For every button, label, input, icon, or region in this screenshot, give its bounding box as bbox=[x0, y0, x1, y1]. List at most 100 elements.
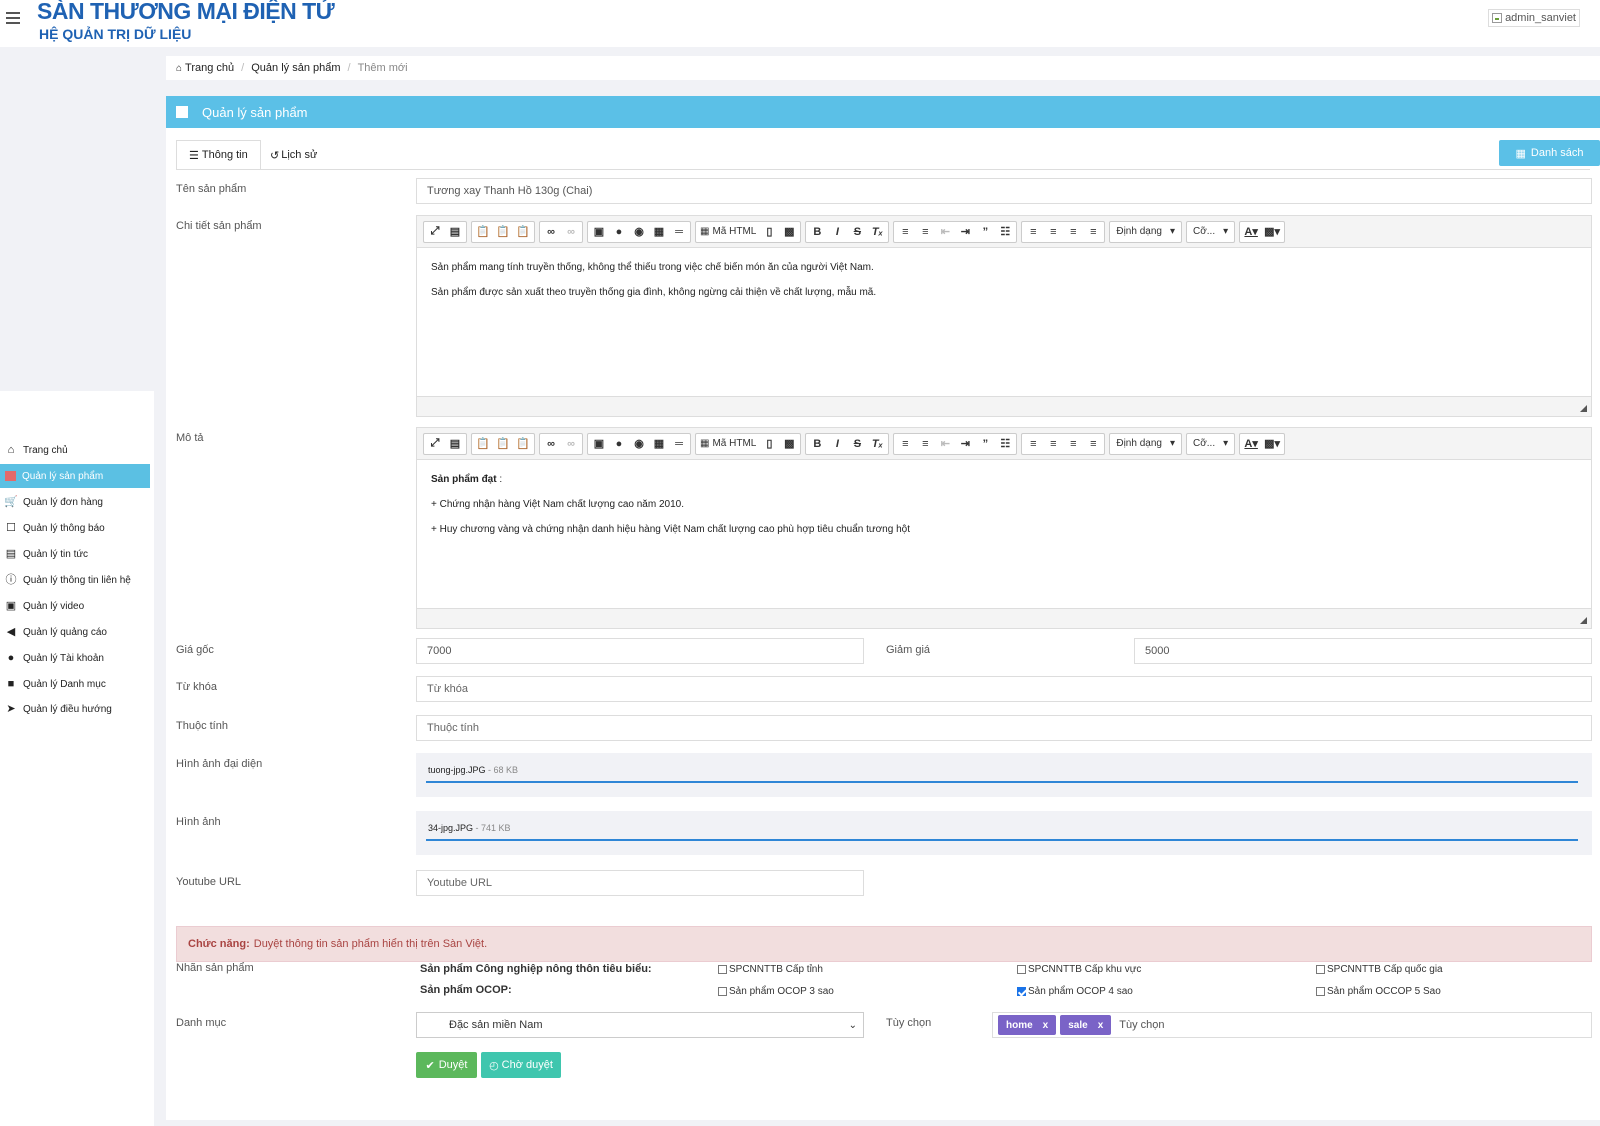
checkbox-ocop-5[interactable]: Sản phẩm OCCOP 5 Sao bbox=[1316, 986, 1441, 997]
table-icon[interactable]: ▦ bbox=[650, 223, 668, 241]
paste-icon[interactable]: 📋 bbox=[474, 435, 492, 453]
images-upload[interactable]: 34-jpg.JPG - 741 KB bbox=[416, 811, 1592, 855]
blockquote-icon[interactable]: ” bbox=[976, 223, 994, 241]
flash-icon[interactable]: ● bbox=[610, 435, 628, 453]
menu-toggle-icon[interactable] bbox=[6, 12, 20, 24]
category-select[interactable]: Đặc sản miền Nam ⌄ bbox=[416, 1012, 864, 1038]
horizontal-rule-icon[interactable]: ═ bbox=[670, 223, 688, 241]
unlink-icon[interactable]: ∞ bbox=[562, 435, 580, 453]
sidebar-item-accounts[interactable]: ● Quản lý Tài khoản bbox=[0, 646, 150, 670]
user-avatar[interactable]: admin_sanviet bbox=[1488, 9, 1580, 27]
align-right-icon[interactable]: ≡ bbox=[1064, 435, 1082, 453]
flash-icon[interactable]: ● bbox=[610, 223, 628, 241]
preview-icon[interactable]: ▩ bbox=[780, 223, 798, 241]
strikethrough-icon[interactable]: S bbox=[848, 223, 866, 241]
align-left-icon[interactable]: ≡ bbox=[1024, 223, 1042, 241]
format-dropdown[interactable]: Định dạng ▾ bbox=[1109, 432, 1182, 455]
outdent-icon[interactable]: ⇤ bbox=[936, 223, 954, 241]
sidebar-item-navigation[interactable]: ➤ Quản lý điều hướng bbox=[0, 697, 150, 721]
text-color-icon[interactable]: A▾ bbox=[1242, 223, 1260, 241]
blocks-icon[interactable]: ▤ bbox=[446, 435, 464, 453]
remove-format-icon[interactable]: Tₓ bbox=[868, 223, 886, 241]
attribute-input[interactable]: Thuộc tính bbox=[416, 715, 1592, 741]
checkbox-icon[interactable] bbox=[1316, 987, 1325, 996]
italic-icon[interactable]: I bbox=[828, 223, 846, 241]
bulleted-list-icon[interactable]: ≡ bbox=[916, 223, 934, 241]
iframe-icon[interactable]: ◉ bbox=[630, 223, 648, 241]
paste-word-icon[interactable]: 📋 bbox=[514, 223, 532, 241]
sidebar-item-video[interactable]: ▣ Quản lý video bbox=[0, 594, 150, 618]
indent-icon[interactable]: ⇥ bbox=[956, 223, 974, 241]
preview-icon[interactable]: ▩ bbox=[780, 435, 798, 453]
div-icon[interactable]: ☷ bbox=[996, 435, 1014, 453]
checkbox-ocop-3[interactable]: Sản phẩm OCOP 3 sao bbox=[718, 986, 834, 997]
breadcrumb-home[interactable]: Trang chủ bbox=[185, 62, 234, 74]
product-detail-content[interactable]: Sản phẩm mang tính truyền thống, không t… bbox=[417, 248, 1591, 326]
avatar-upload[interactable]: tuong-jpg.JPG - 68 KB bbox=[416, 753, 1592, 797]
paste-text-icon[interactable]: 📋 bbox=[494, 435, 512, 453]
sidebar-item-home[interactable]: ⌂ Trang chủ bbox=[0, 438, 150, 462]
justify-icon[interactable]: ≡ bbox=[1084, 435, 1102, 453]
youtube-input[interactable]: Youtube URL bbox=[416, 870, 864, 896]
source-button[interactable]: ▦ Mã HTML bbox=[698, 435, 758, 453]
indent-icon[interactable]: ⇥ bbox=[956, 435, 974, 453]
breadcrumb-section[interactable]: Quản lý sản phẩm bbox=[251, 62, 340, 74]
description-editor[interactable]: ⤢ ▤ 📋 📋 📋 ∞ ∞ ▣ ● ◉ ▦ ═ ▦ Mã HTML ▯ ▩ B I S Tₓ ≡ ≡ ⇤ ⇥” ☷ … bbox=[416, 427, 1592, 629]
checkbox-national[interactable]: SPCNNTTB Cấp quốc gia bbox=[1316, 964, 1443, 975]
image-icon[interactable]: ▣ bbox=[590, 435, 608, 453]
strikethrough-icon[interactable]: S bbox=[848, 435, 866, 453]
bold-icon[interactable]: B bbox=[808, 435, 826, 453]
product-name-input[interactable]: Tương xay Thanh Hồ 130g (Chai) bbox=[416, 178, 1592, 204]
paste-word-icon[interactable]: 📋 bbox=[514, 435, 532, 453]
numbered-list-icon[interactable]: ≡ bbox=[896, 223, 914, 241]
sidebar-item-products[interactable]: Quản lý sản phẩm bbox=[0, 464, 150, 488]
size-dropdown[interactable]: Cỡ... ▾ bbox=[1185, 432, 1236, 455]
remove-format-icon[interactable]: Tₓ bbox=[868, 435, 886, 453]
paste-icon[interactable]: 📋 bbox=[474, 223, 492, 241]
numbered-list-icon[interactable]: ≡ bbox=[896, 435, 914, 453]
approve-button[interactable]: ✔ Duyệt bbox=[416, 1052, 477, 1078]
tab-info[interactable]: ☰ Thông tin bbox=[176, 140, 261, 170]
checkbox-icon[interactable] bbox=[1316, 965, 1325, 974]
text-color-icon[interactable]: A▾ bbox=[1242, 435, 1260, 453]
sidebar-item-orders[interactable]: 🛒 Quản lý đơn hàng bbox=[0, 490, 150, 514]
justify-icon[interactable]: ≡ bbox=[1084, 223, 1102, 241]
outdent-icon[interactable]: ⇤ bbox=[936, 435, 954, 453]
bold-icon[interactable]: B bbox=[808, 223, 826, 241]
horizontal-rule-icon[interactable]: ═ bbox=[670, 435, 688, 453]
resize-handle-icon[interactable] bbox=[1580, 617, 1587, 624]
background-color-icon[interactable]: ▩▾ bbox=[1262, 223, 1282, 241]
checkbox-checked-icon[interactable] bbox=[1017, 987, 1026, 996]
checkbox-provincial[interactable]: SPCNNTTB Cấp tỉnh bbox=[718, 964, 823, 975]
maximize-icon[interactable]: ⤢ bbox=[426, 435, 444, 453]
tag-remove-button[interactable]: x bbox=[1098, 1020, 1104, 1031]
list-button[interactable]: ▦ Danh sách bbox=[1499, 140, 1600, 166]
unlink-icon[interactable]: ∞ bbox=[562, 223, 580, 241]
keyword-input[interactable]: Từ khóa bbox=[416, 676, 1592, 702]
resize-handle-icon[interactable] bbox=[1580, 405, 1587, 412]
background-color-icon[interactable]: ▩▾ bbox=[1262, 435, 1282, 453]
checkbox-regional[interactable]: SPCNNTTB Cấp khu vực bbox=[1017, 964, 1141, 975]
tag-remove-button[interactable]: x bbox=[1043, 1020, 1049, 1031]
align-right-icon[interactable]: ≡ bbox=[1064, 223, 1082, 241]
pending-button[interactable]: ◴ Chờ duyệt bbox=[481, 1052, 561, 1078]
checkbox-icon[interactable] bbox=[718, 987, 727, 996]
blocks-icon[interactable]: ▤ bbox=[446, 223, 464, 241]
checkbox-icon[interactable] bbox=[718, 965, 727, 974]
paste-text-icon[interactable]: 📋 bbox=[494, 223, 512, 241]
sidebar-item-notifications[interactable]: ☐ Quản lý thông báo bbox=[0, 516, 150, 540]
checkbox-icon[interactable] bbox=[1017, 965, 1026, 974]
new-page-icon[interactable]: ▯ bbox=[760, 223, 778, 241]
sidebar-item-categories[interactable]: ■ Quản lý Danh mục bbox=[0, 672, 150, 696]
bulleted-list-icon[interactable]: ≡ bbox=[916, 435, 934, 453]
product-detail-editor[interactable]: ⤢ ▤ 📋 📋 📋 ∞ ∞ ▣ ● ◉ ▦ ═ ▦ Mã HTML ▯ ▩ B I S Tₓ ≡ ≡ ⇤ ⇥” ☷ … bbox=[416, 215, 1592, 417]
price-input[interactable]: 7000 bbox=[416, 638, 864, 664]
description-content[interactable]: Sản phẩm đạt : + Chứng nhận hàng Việt Na… bbox=[417, 460, 1591, 563]
sidebar-item-contact[interactable]: ⓘ Quản lý thông tin liên hệ bbox=[0, 568, 150, 592]
link-icon[interactable]: ∞ bbox=[542, 223, 560, 241]
italic-icon[interactable]: I bbox=[828, 435, 846, 453]
tags-input[interactable]: home x sale x Tùy chọn bbox=[992, 1012, 1592, 1038]
format-dropdown[interactable]: Định dạng ▾ bbox=[1109, 220, 1182, 243]
image-icon[interactable]: ▣ bbox=[590, 223, 608, 241]
table-icon[interactable]: ▦ bbox=[650, 435, 668, 453]
